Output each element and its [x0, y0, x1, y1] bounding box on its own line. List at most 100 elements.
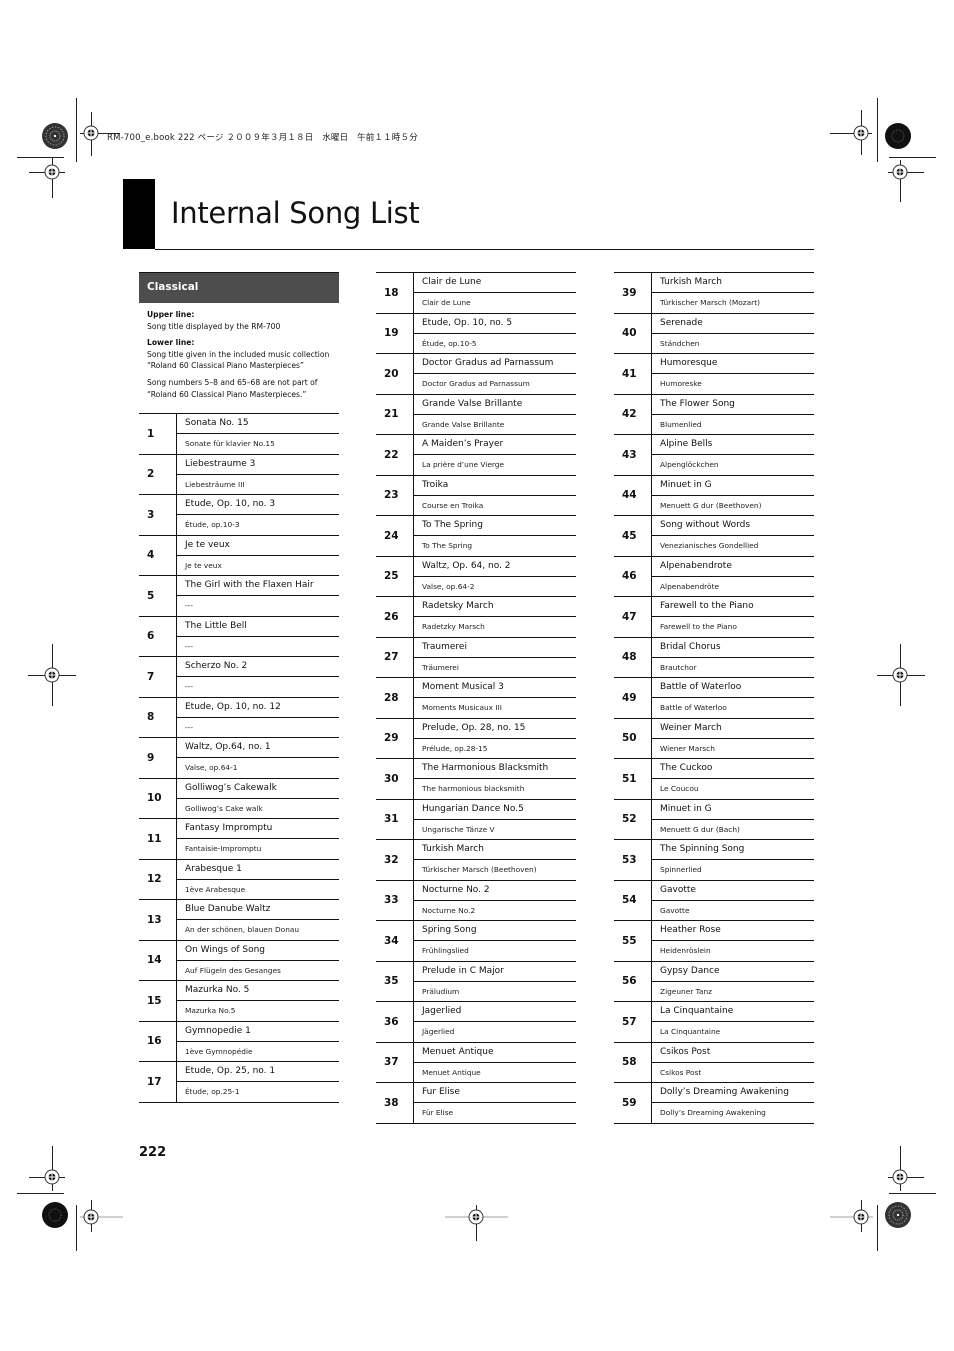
song-row: 9 Waltz, Op.64, no. 1 Valse, op.64-1 [139, 738, 339, 779]
song-row: 13 Blue Danube Waltz An der schönen, blaue… [139, 900, 339, 941]
song-title-upper: Prelude in C Major [414, 962, 576, 982]
upper-line-heading: Upper line: [147, 310, 195, 319]
song-row: 51 The Cuckoo Le Coucou [614, 759, 814, 800]
song-row: 8 Etude, Op. 10, no. 12 --- [139, 697, 339, 738]
song-number: 17 [139, 1062, 177, 1102]
song-title-upper: Farewell to the Piano [652, 597, 814, 617]
song-row: 44 Minuet in G Menuett G dur (Beethoven) [614, 475, 814, 516]
song-title-upper: Grande Valse Brillante [414, 395, 576, 415]
song-number: 46 [614, 556, 652, 596]
song-row: 46 Alpenabendrote Alpenabendröte [614, 556, 814, 597]
song-number: 38 [376, 1083, 414, 1123]
song-title-upper: Liebestraume 3 [177, 455, 339, 475]
song-title-lower: Jägerlied [422, 1027, 455, 1036]
song-title-upper: Fantasy Impromptu [177, 819, 339, 839]
song-row: 18 Clair de Lune Clair de Lune [376, 273, 576, 314]
song-title-lower: Türkischer Marsch (Beethoven) [422, 865, 537, 874]
color-target-icon [884, 122, 912, 150]
song-row: 29 Prelude, Op. 28, no. 15 Prélude, op.28-… [376, 718, 576, 759]
song-row: 19 Etude, Op. 10, no. 5 Étude, op.10-5 [376, 313, 576, 354]
song-title-lower: --- [185, 601, 194, 610]
song-title-lower: Dolly’s Dreaming Awakening [660, 1108, 766, 1117]
song-number: 36 [376, 1002, 414, 1042]
song-title-upper: Gavotte [652, 881, 814, 901]
registration-mark-icon [465, 1206, 487, 1228]
song-number: 5 [139, 576, 177, 616]
song-row: 41 Humoresque Humoreske [614, 354, 814, 395]
song-title-upper: Jagerlied [414, 1002, 576, 1022]
song-title-upper: Alpine Bells [652, 435, 814, 455]
song-row: 40 Serenade Ständchen [614, 313, 814, 354]
song-title-upper: Dolly’s Dreaming Awakening [652, 1083, 814, 1103]
song-number: 29 [376, 718, 414, 758]
song-number: 26 [376, 597, 414, 637]
song-title-lower: Course en Troika [422, 500, 484, 510]
song-row: 3 Etude, Op. 10, no. 3 Étude, op.10-3 [139, 495, 339, 536]
song-row: 26 Radetsky March Radetzky Marsch [376, 597, 576, 638]
song-title-upper: Gymnopedie 1 [177, 1022, 339, 1042]
registration-mark-icon [41, 1166, 63, 1188]
song-title-lower: Heidenröslein [660, 946, 711, 955]
song-row: 23 Troika Course en Troika [376, 475, 576, 516]
registration-mark-icon [41, 161, 63, 183]
song-title-lower: The harmonious blacksmith [422, 784, 525, 793]
lower-line-text: Song title given in the included music c… [147, 349, 330, 359]
song-table-column-1: 1 Sonata No. 15 Sonate für klavier No.15 2 L… [139, 413, 339, 1103]
song-title-lower: Clair de Lune [422, 298, 471, 307]
song-title-lower: Träumerei [422, 662, 459, 672]
category-label: Classical [147, 281, 199, 293]
song-title-upper: Arabesque 1 [177, 860, 339, 880]
song-title-upper: A Maiden’s Prayer [414, 435, 576, 455]
song-row: 56 Gypsy Dance Zigeuner Tanz [614, 961, 814, 1002]
song-number: 54 [614, 880, 652, 920]
song-row: 39 Turkish March Türkischer Marsch (Mozart… [614, 273, 814, 314]
song-row: 25 Waltz, Op. 64, no. 2 Valse, op.64-2 [376, 556, 576, 597]
registration-mark-icon [80, 1206, 102, 1228]
song-number: 20 [376, 354, 414, 394]
song-title-lower: Menuett G dur (Beethoven) [660, 500, 762, 510]
color-target-icon [884, 1201, 912, 1229]
song-number: 32 [376, 840, 414, 880]
song-number: 44 [614, 475, 652, 515]
song-title-lower: Liebesträume III [185, 479, 245, 489]
song-title-upper: On Wings of Song [177, 941, 339, 961]
song-title-upper: Doctor Gradus ad Parnassum [414, 354, 576, 374]
song-title-upper: Menuet Antique [414, 1043, 576, 1063]
song-title-upper: Fur Elise [414, 1083, 576, 1103]
song-title-lower: Moments Musicaux III [422, 703, 502, 712]
song-number: 35 [376, 961, 414, 1001]
song-title-lower: Menuet Antique [422, 1067, 481, 1077]
page-title: Internal Song List [171, 196, 420, 230]
song-row: 49 Battle of Waterloo Battle of Waterloo [614, 678, 814, 719]
print-imprint: RM-700_e.book 222 ページ ２００９年３月１８日 水曜日 午前１… [107, 133, 418, 143]
registration-mark-icon [850, 122, 872, 144]
song-title-lower: --- [185, 641, 194, 651]
footnote: Song numbers 5–8 and 65–68 are not part … [147, 377, 318, 387]
song-title-upper: Minuet in G [652, 476, 814, 496]
title-block [123, 179, 155, 249]
crop-line [889, 1193, 936, 1194]
song-title-lower: Étude, op.10-5 [422, 338, 477, 348]
song-title-lower: 1ève Gymnopédie [185, 1046, 253, 1056]
song-number: 15 [139, 981, 177, 1021]
song-number: 23 [376, 475, 414, 515]
song-title-lower: Gavotte [660, 905, 690, 915]
registration-mark-icon [889, 161, 911, 183]
song-title-lower: La Cinquantaine [660, 1027, 721, 1036]
song-number: 30 [376, 759, 414, 799]
song-row: 38 Fur Elise Für Elise [376, 1083, 576, 1124]
song-title-lower: Präludium [422, 986, 460, 996]
song-number: 39 [614, 273, 652, 313]
song-title-upper: Etude, Op. 10, no. 3 [177, 495, 339, 515]
song-title-upper: Serenade [652, 314, 814, 334]
song-title-upper: Song without Words [652, 516, 814, 536]
song-title-upper: Gypsy Dance [652, 962, 814, 982]
song-row: 36 Jagerlied Jägerlied [376, 1002, 576, 1043]
song-number: 14 [139, 940, 177, 980]
song-number: 58 [614, 1042, 652, 1082]
song-number: 27 [376, 637, 414, 677]
song-title-upper: Humoresque [652, 354, 814, 374]
song-title-lower: Humoreske [660, 379, 702, 388]
song-title-lower: Zigeuner Tanz [660, 986, 713, 996]
registration-mark-icon [41, 664, 63, 686]
